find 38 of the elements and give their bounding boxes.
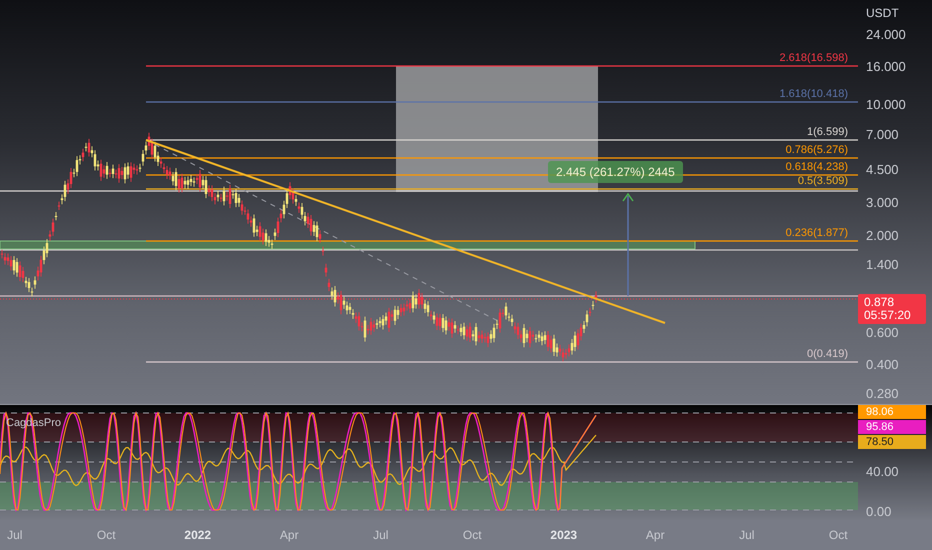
time-tick: Jul bbox=[372, 527, 390, 544]
currency-label: USDT bbox=[866, 6, 899, 20]
time-tick: Jul bbox=[6, 527, 24, 544]
time-tick: Oct bbox=[828, 527, 849, 544]
candle-countdown: 05:57:20 bbox=[864, 309, 912, 322]
indicator-value-badge: 95.86 bbox=[858, 420, 926, 434]
time-tick: Apr bbox=[278, 527, 300, 544]
measure-label: 2.445 (261.27%) 2445 bbox=[548, 161, 683, 183]
fib-level-label: 0.786(5.276) bbox=[786, 144, 848, 156]
indicator-value-badge: 98.06 bbox=[858, 405, 926, 419]
price-tick: 10.000 bbox=[866, 98, 906, 112]
price-tick: 24.000 bbox=[866, 28, 906, 42]
fib-level-label: 1(6.599) bbox=[807, 126, 848, 138]
fib-level-label: 0.236(1.877) bbox=[786, 227, 848, 239]
price-tick: 7.000 bbox=[866, 128, 899, 142]
price-tick: 1.400 bbox=[866, 258, 899, 272]
time-tick: Apr bbox=[644, 527, 666, 544]
fib-level-label: 1.618(10.418) bbox=[780, 88, 848, 100]
indicator-tick: 40.00 bbox=[866, 465, 899, 479]
time-tick: Jul bbox=[738, 527, 756, 544]
price-tick: 2.000 bbox=[866, 229, 899, 243]
indicator-tick: 0.00 bbox=[866, 505, 892, 519]
indicator-value-badge: 78.50 bbox=[858, 435, 926, 449]
time-tick: Oct bbox=[462, 527, 483, 544]
fib-level-label: 0.5(3.509) bbox=[798, 175, 848, 187]
price-tick: 16.000 bbox=[866, 60, 906, 74]
fib-level-label: 0(0.419) bbox=[807, 348, 848, 360]
price-tick: 0.600 bbox=[866, 326, 899, 340]
time-tick: 2022 bbox=[183, 527, 212, 544]
price-tick: 3.000 bbox=[866, 196, 899, 210]
fib-level-label: 0.618(4.238) bbox=[786, 161, 848, 173]
price-tick: 4.500 bbox=[866, 163, 899, 177]
current-price: 0.878 bbox=[864, 296, 896, 309]
time-tick: 2023 bbox=[549, 527, 578, 544]
price-tick: 0.400 bbox=[866, 358, 899, 372]
time-tick: Oct bbox=[96, 527, 117, 544]
price-tick: 0.280 bbox=[866, 387, 899, 401]
fib-level-label: 2.618(16.598) bbox=[780, 52, 848, 64]
